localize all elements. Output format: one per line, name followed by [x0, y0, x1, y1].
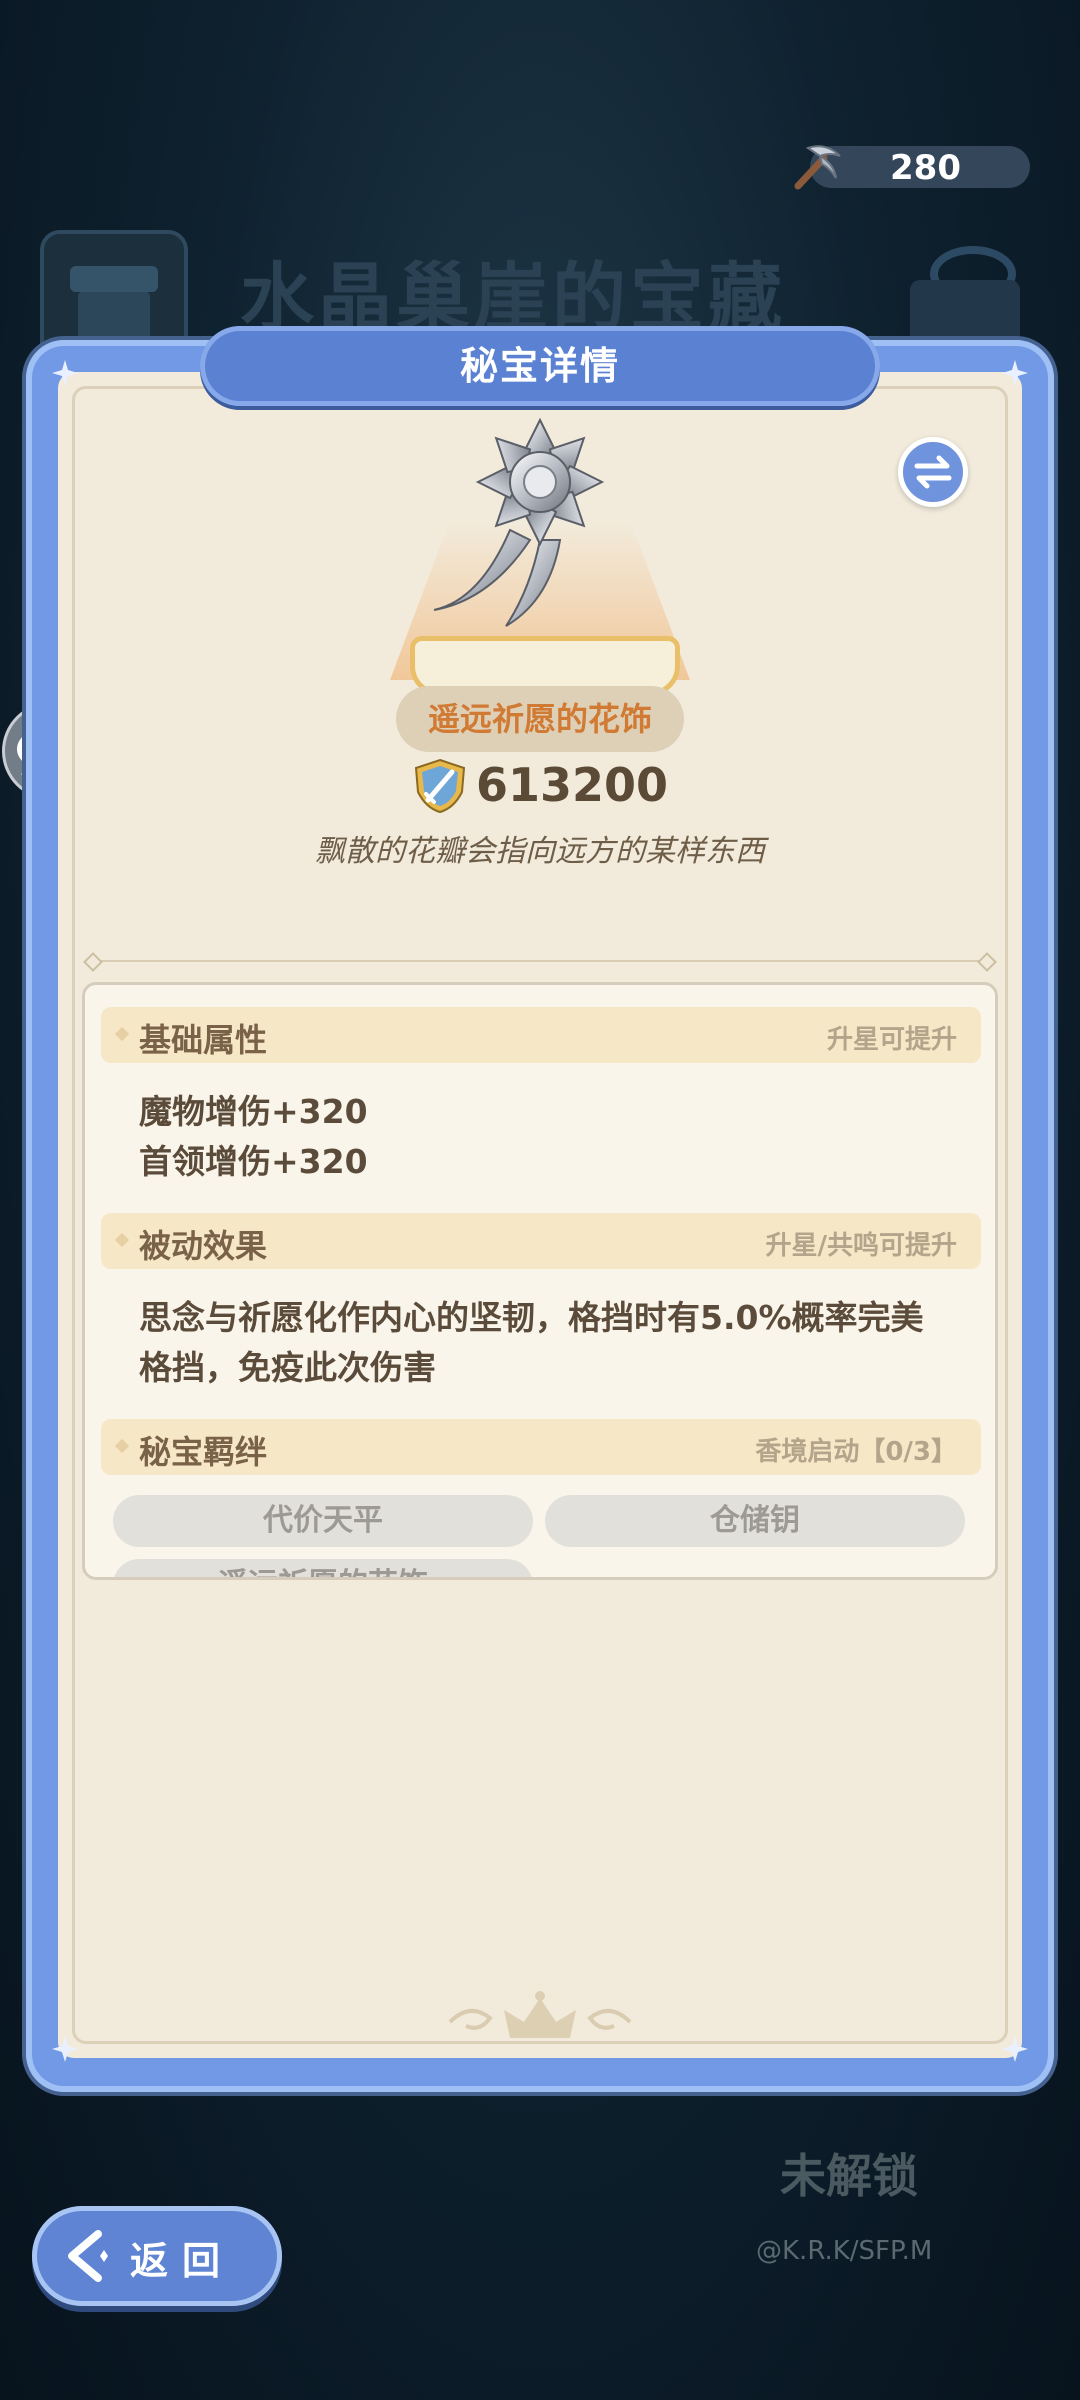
- pickaxe-icon: [794, 145, 841, 190]
- diamond-icon: [114, 1026, 130, 1042]
- back-button[interactable]: 返回: [32, 2206, 282, 2306]
- item-name: 遥远祈愿的花饰: [427, 700, 652, 738]
- currency-amount: 280: [890, 148, 961, 188]
- diamond-icon: [114, 1438, 130, 1454]
- item-name-badge: 遥远祈愿的花饰: [396, 686, 684, 752]
- section-hint: 升星可提升: [826, 1025, 957, 1055]
- shield-sword-icon: [414, 758, 466, 814]
- divider: [92, 960, 988, 962]
- diamond-icon: [114, 1232, 130, 1248]
- currency-counter: 280: [794, 145, 1030, 190]
- section-label: 被动效果: [139, 1227, 268, 1265]
- crown-ornament-icon: [448, 1991, 632, 2038]
- section-header-passive: 被动效果 升星/共鸣可提升: [101, 1213, 981, 1269]
- base-attribute-line: 魔物增伤+320: [139, 1092, 368, 1131]
- bond-item-chip[interactable]: 代价天平: [113, 1495, 533, 1547]
- base-attribute-line: 首领增伤+320: [139, 1142, 368, 1181]
- section-hint: 升星/共鸣可提升: [765, 1231, 958, 1261]
- passive-effect-line: 思念与祈愿化作内心的坚韧，格挡时有5.0%概率完美: [139, 1298, 924, 1337]
- section-hint: 香境启动【0/3】: [755, 1437, 957, 1467]
- passive-effect-line: 格挡，免疫此次伤害: [139, 1348, 436, 1387]
- bond-item-chip[interactable]: 仓储钥: [545, 1495, 965, 1547]
- credit-text: @K.R.K/SFP.M: [756, 2236, 933, 2266]
- back-arrow-icon: [68, 2230, 108, 2282]
- flower-ornament-artifact-icon: [433, 417, 605, 627]
- attributes-panel[interactable]: 基础属性 升星可提升 魔物增伤+320 首领增伤+320 被动效果 升星/共鸣可…: [82, 982, 998, 1580]
- swap-button[interactable]: [898, 437, 968, 507]
- locked-label: 未解锁: [780, 2149, 918, 2203]
- flavor-text: 飘散的花瓣会指向远方的某样东西: [315, 834, 765, 869]
- section-header-base: 基础属性 升星可提升: [101, 1007, 981, 1063]
- section-label: 秘宝羁绊: [139, 1433, 268, 1471]
- swap-arrows-icon: [914, 455, 952, 489]
- panel-title-banner: 秘宝详情: [200, 326, 880, 406]
- corner-star-icon: [1002, 360, 1028, 386]
- section-header-bond: 秘宝羁绊 香境启动【0/3】: [101, 1419, 981, 1475]
- bond-item-chip[interactable]: 遥远祈愿的花饰: [113, 1559, 533, 1577]
- corner-star-icon: [52, 360, 78, 386]
- power-value: 613200: [476, 758, 669, 812]
- back-label: 返回: [130, 2239, 235, 2283]
- corner-star-icon: [52, 2036, 78, 2062]
- section-label: 基础属性: [139, 1021, 268, 1059]
- panel-title: 秘宝详情: [459, 344, 620, 388]
- corner-star-icon: [1002, 2036, 1028, 2062]
